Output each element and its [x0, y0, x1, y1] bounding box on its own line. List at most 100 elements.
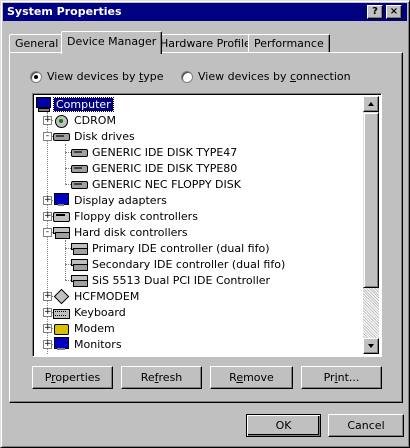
view-by-type-text-a: View devices by [47, 70, 139, 83]
display-adapter-icon [53, 193, 69, 207]
tree-expander[interactable]: - [43, 132, 52, 141]
help-button[interactable]: ? [367, 5, 383, 19]
mouse-icon [53, 353, 69, 354]
keyboard-icon [53, 305, 70, 319]
tree-item-label: GENERIC IDE DISK TYPE80 [92, 161, 238, 175]
tree-item-label: Mouse [72, 354, 112, 355]
tree-expander[interactable]: + [43, 308, 52, 317]
tree-expander[interactable]: + [43, 212, 52, 221]
refresh-text-b: resh [158, 371, 183, 384]
modem-icon [53, 321, 69, 335]
tree-item[interactable]: Primary IDE controller (dual fifo) [71, 240, 272, 256]
device-tree[interactable]: Computer + CDROM - Disk drives GENERIC IDE DI… [32, 93, 382, 357]
floppy-controller-icon [53, 209, 70, 223]
tree-item[interactable]: Mouse [53, 352, 112, 355]
view-by-type-radio[interactable] [30, 70, 42, 83]
view-by-connection-text-b: onnection [296, 70, 351, 83]
tree-expander[interactable]: + [43, 196, 52, 205]
tree-item-label: Disk drives [74, 129, 135, 143]
system-properties-window: System Properties ? × General Device Man… [0, 0, 410, 448]
tree-item-label: Display adapters [74, 193, 167, 207]
monitor-icon [53, 337, 69, 351]
close-button[interactable]: × [386, 5, 402, 19]
tree-item[interactable]: Disk drives [53, 128, 137, 144]
view-by-connection-radio[interactable] [181, 70, 193, 83]
remove-text-b: move [243, 371, 274, 384]
disk-drive-icon [71, 145, 88, 159]
tab-device-manager[interactable]: Device Manager [61, 31, 163, 54]
hard-disk-controller-icon [71, 257, 88, 271]
tab-performance[interactable]: Performance [248, 34, 330, 53]
tree-connector [65, 240, 66, 280]
properties-button[interactable]: Properties [32, 366, 113, 389]
view-by-connection-text-a: View devices by [198, 70, 290, 83]
refresh-text-a: Re [140, 371, 155, 384]
tree-item[interactable]: Modem [53, 320, 117, 336]
tab-general[interactable]: General [9, 34, 65, 53]
tree-item[interactable]: Floppy disk controllers [53, 208, 200, 224]
disk-drive-icon [71, 161, 88, 175]
tree-item[interactable]: SiS 5513 Dual PCI IDE Controller [71, 272, 272, 288]
remove-button[interactable]: Remove [210, 366, 293, 389]
disk-drive-icon [71, 177, 88, 191]
tree-expander[interactable]: - [43, 228, 52, 237]
scroll-down-button[interactable] [363, 338, 379, 354]
tree-item[interactable]: Monitors [53, 336, 124, 352]
scroll-up-button[interactable] [363, 96, 379, 112]
tree-expander[interactable]: + [43, 292, 52, 301]
print-button[interactable]: Print... [301, 366, 382, 389]
tree-item[interactable]: Hard disk controllers [53, 224, 190, 240]
scrollbar-thumb[interactable] [363, 112, 379, 288]
tree-item[interactable]: CDROM [53, 112, 118, 128]
refresh-button[interactable]: Refresh [121, 366, 202, 389]
tree-item-label: HCFMODEM [74, 289, 140, 303]
tree-item-label: Keyboard [74, 305, 126, 319]
tree-item[interactable]: GENERIC IDE DISK TYPE47 [71, 144, 239, 160]
tree-item[interactable]: HCFMODEM [53, 288, 141, 304]
hcf-modem-icon [53, 289, 69, 303]
view-by-type-label: View devices by type [47, 70, 164, 83]
tree-item-label: GENERIC NEC FLOPPY DISK [92, 177, 241, 191]
tree-item[interactable]: Computer [35, 96, 114, 112]
tree-expander[interactable]: + [43, 324, 52, 333]
tree-item[interactable]: GENERIC NEC FLOPPY DISK [71, 176, 243, 192]
tree-item-label: Hard disk controllers [74, 225, 188, 239]
tree-item-label: Floppy disk controllers [74, 209, 198, 223]
tab-strip: General Device Manager Hardware Profiles… [9, 31, 401, 54]
title-bar[interactable]: System Properties ? × [3, 3, 407, 21]
window-title: System Properties [7, 5, 122, 18]
properties-text-b: operties [55, 371, 101, 384]
tab-hardware-profiles[interactable]: Hardware Profiles [154, 34, 263, 53]
print-text-a: Pr [323, 371, 335, 384]
disk-drive-icon [53, 129, 70, 143]
print-text-b: nt... [337, 371, 360, 384]
tree-connector [65, 144, 66, 184]
tree-item[interactable]: Display adapters [53, 192, 169, 208]
tree-expander[interactable]: + [43, 340, 52, 349]
tree-item[interactable]: Keyboard [53, 304, 128, 320]
cdrom-icon [53, 113, 69, 128]
tree-item-label: CDROM [74, 113, 116, 127]
tree-item-label: GENERIC IDE DISK TYPE47 [92, 145, 238, 159]
tree-item-label: Modem [74, 321, 115, 335]
view-by-type-option[interactable]: View devices by type [30, 70, 164, 83]
tree-item-label: Secondary IDE controller (dual fifo) [92, 257, 286, 271]
hard-disk-controller-icon [71, 273, 88, 287]
tree-item[interactable]: GENERIC IDE DISK TYPE80 [71, 160, 239, 176]
tree-expander[interactable]: + [43, 116, 52, 125]
tree-item-label: Primary IDE controller (dual fifo) [92, 241, 270, 255]
tree-item-label: Computer [53, 96, 114, 112]
device-tree-content: Computer + CDROM - Disk drives GENERIC IDE DI… [35, 96, 364, 354]
tree-item-label: SiS 5513 Dual PCI IDE Controller [92, 273, 271, 287]
hard-disk-controller-icon [53, 225, 70, 239]
view-by-type-text-b: ype [143, 70, 164, 83]
view-by-connection-label: View devices by connection [198, 70, 351, 83]
ok-button[interactable]: OK [246, 414, 321, 437]
tree-item[interactable]: Secondary IDE controller (dual fifo) [71, 256, 287, 272]
hard-disk-controller-icon [71, 241, 88, 255]
view-by-connection-option[interactable]: View devices by connection [181, 70, 351, 83]
cancel-button[interactable]: Cancel [328, 414, 404, 437]
device-manager-panel: View devices by type View devices by con… [9, 52, 403, 403]
vertical-scrollbar[interactable] [363, 96, 379, 354]
computer-icon [35, 97, 51, 112]
